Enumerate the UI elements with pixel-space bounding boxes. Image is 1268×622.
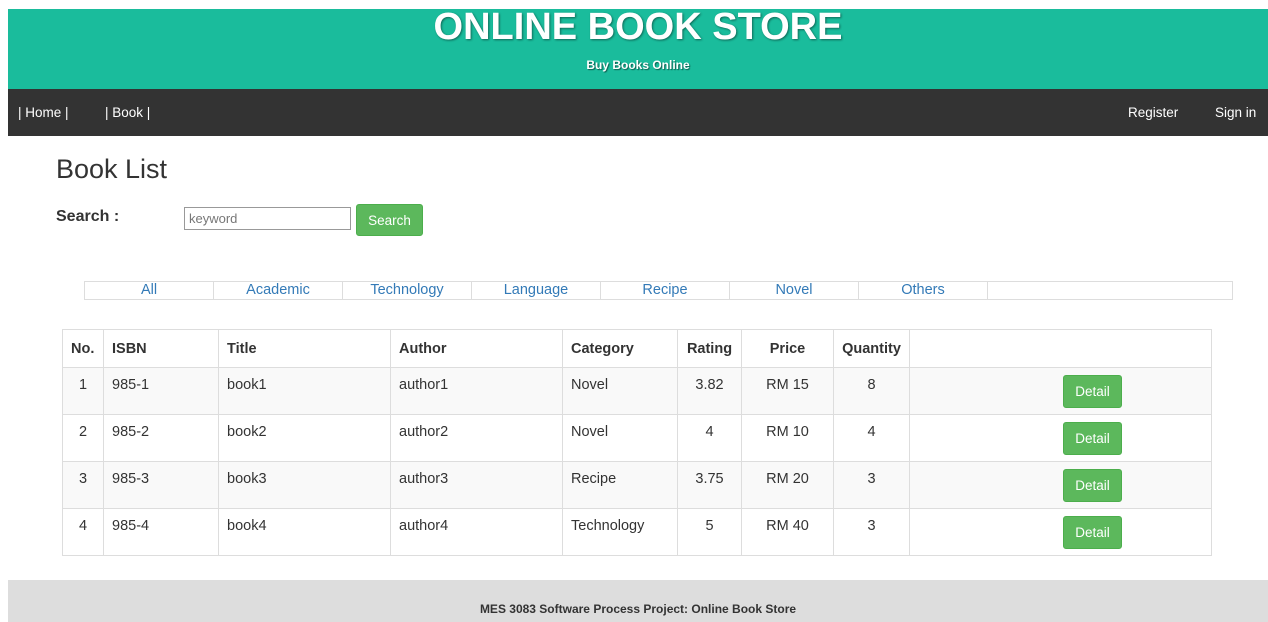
cell-quantity: 4 — [833, 414, 910, 462]
site-header: ONLINE BOOK STORE Buy Books Online — [8, 6, 1268, 89]
cell-author: author2 — [390, 414, 563, 462]
category-tab-recipe[interactable]: Recipe — [601, 282, 730, 299]
cell-quantity: 3 — [833, 461, 910, 509]
nav-book-link[interactable]: | Book | — [105, 105, 150, 120]
category-bar-filler — [988, 282, 1232, 299]
table-row: 3 985-3 book3 author3 Recipe 3.75 RM 20 … — [62, 461, 1212, 509]
cell-category: Novel — [562, 414, 678, 462]
category-tab-all[interactable]: All — [85, 282, 214, 299]
cell-quantity: 8 — [833, 367, 910, 415]
cell-rating: 4 — [677, 414, 742, 462]
cell-category: Recipe — [562, 461, 678, 509]
cell-category: Technology — [562, 508, 678, 556]
detail-button[interactable]: Detail — [1063, 422, 1122, 455]
category-tab-others[interactable]: Others — [859, 282, 988, 299]
cell-author: author3 — [390, 461, 563, 509]
category-tab-novel[interactable]: Novel — [730, 282, 859, 299]
cell-action: Detail — [909, 508, 1212, 556]
cell-rating: 5 — [677, 508, 742, 556]
site-title: ONLINE BOOK STORE — [433, 6, 843, 48]
cell-isbn: 985-2 — [103, 414, 219, 462]
navbar: | Home | | Book | Register Sign in — [8, 89, 1268, 136]
detail-button[interactable]: Detail — [1063, 469, 1122, 502]
cell-title: book3 — [218, 461, 391, 509]
col-header-title: Title — [218, 329, 391, 368]
cell-no: 1 — [62, 367, 104, 415]
cell-price: RM 40 — [741, 508, 834, 556]
nav-register-link[interactable]: Register — [1128, 105, 1178, 120]
cell-rating: 3.82 — [677, 367, 742, 415]
cell-category: Novel — [562, 367, 678, 415]
category-tab-academic[interactable]: Academic — [214, 282, 343, 299]
site-subtitle: Buy Books Online — [586, 58, 690, 72]
cell-price: RM 20 — [741, 461, 834, 509]
table-row: 1 985-1 book1 author1 Novel 3.82 RM 15 8… — [62, 367, 1212, 415]
detail-button[interactable]: Detail — [1063, 375, 1122, 408]
table-header-row: No. ISBN Title Author Category Rating Pr… — [62, 329, 1212, 368]
col-header-no: No. — [62, 329, 104, 368]
table-row: 4 985-4 book4 author4 Technology 5 RM 40… — [62, 508, 1212, 556]
cell-quantity: 3 — [833, 508, 910, 556]
category-tab-language[interactable]: Language — [472, 282, 601, 299]
search-label: Search : — [56, 208, 120, 225]
cell-action: Detail — [909, 461, 1212, 509]
cell-no: 2 — [62, 414, 104, 462]
detail-button[interactable]: Detail — [1063, 516, 1122, 549]
nav-signin-link[interactable]: Sign in — [1215, 105, 1256, 120]
cell-no: 4 — [62, 508, 104, 556]
col-header-quantity: Quantity — [833, 329, 910, 368]
category-filter-bar: All Academic Technology Language Recipe … — [84, 281, 1233, 300]
cell-price: RM 10 — [741, 414, 834, 462]
col-header-category: Category — [562, 329, 678, 368]
cell-title: book2 — [218, 414, 391, 462]
col-header-action — [909, 329, 1212, 368]
nav-home-link[interactable]: | Home | — [18, 105, 69, 120]
table-row: 2 985-2 book2 author2 Novel 4 RM 10 4 De… — [62, 414, 1212, 462]
cell-author: author4 — [390, 508, 563, 556]
col-header-isbn: ISBN — [103, 329, 219, 368]
cell-title: book4 — [218, 508, 391, 556]
cell-isbn: 985-4 — [103, 508, 219, 556]
cell-isbn: 985-3 — [103, 461, 219, 509]
cell-title: book1 — [218, 367, 391, 415]
footer-text: MES 3083 Software Process Project: Onlin… — [479, 602, 797, 616]
cell-isbn: 985-1 — [103, 367, 219, 415]
cell-action: Detail — [909, 414, 1212, 462]
cell-author: author1 — [390, 367, 563, 415]
cell-price: RM 15 — [741, 367, 834, 415]
col-header-price: Price — [741, 329, 834, 368]
cell-rating: 3.75 — [677, 461, 742, 509]
cell-action: Detail — [909, 367, 1212, 415]
category-tab-technology[interactable]: Technology — [343, 282, 472, 299]
search-button[interactable]: Search — [356, 204, 423, 236]
col-header-author: Author — [390, 329, 563, 368]
book-table: No. ISBN Title Author Category Rating Pr… — [62, 329, 1212, 556]
site-footer: MES 3083 Software Process Project: Onlin… — [8, 580, 1268, 622]
cell-no: 3 — [62, 461, 104, 509]
page-title: Book List — [56, 154, 168, 184]
search-input[interactable] — [184, 207, 351, 230]
col-header-rating: Rating — [677, 329, 742, 368]
